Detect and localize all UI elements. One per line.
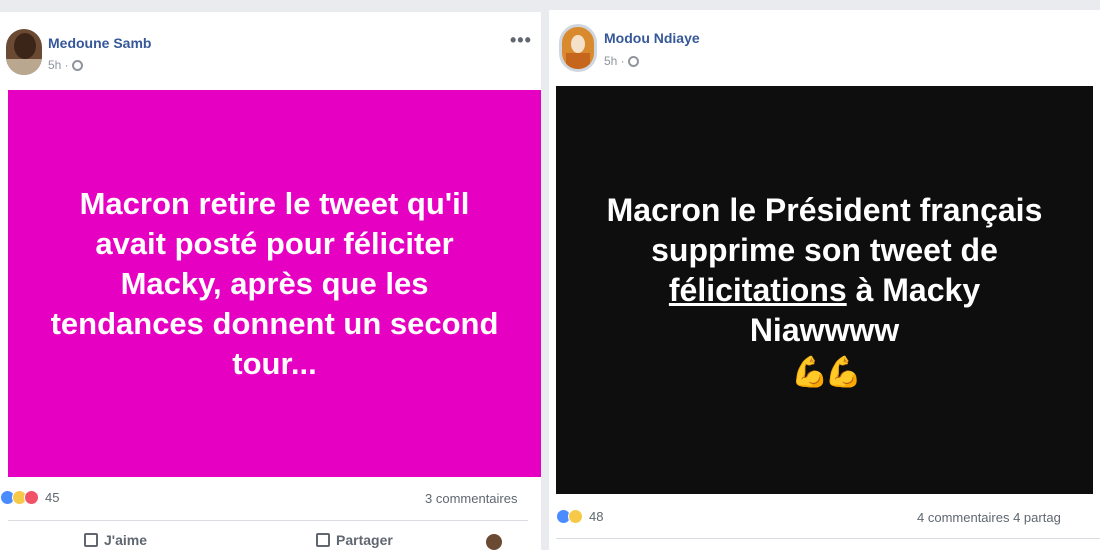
author-avatar[interactable]: [6, 29, 42, 75]
divider: [556, 538, 1100, 539]
banner-line: avait posté pour féliciter: [95, 225, 454, 261]
underlined-word: félicitations: [668, 272, 847, 308]
banner-line: Macron retire le tweet qu'il: [79, 185, 470, 221]
post-text-banner: Macron le Président français supprime so…: [556, 86, 1093, 494]
post-actions: J'aime Partager: [0, 532, 541, 550]
divider: [8, 520, 528, 521]
globe-icon: [627, 55, 639, 67]
post-meta: 5h ·: [604, 54, 639, 68]
reactions-summary[interactable]: 45: [0, 490, 59, 505]
banner-line: tendances donnent un second: [50, 305, 499, 341]
banner-line: Macron le Président français: [606, 192, 1043, 228]
viewer-avatar[interactable]: [486, 534, 502, 550]
post-medoune-samb: Medoune Samb 5h · ••• Macron retire le t…: [0, 0, 541, 550]
like-icon: [84, 533, 98, 547]
share-label: Partager: [336, 532, 393, 548]
avatar-face: [571, 35, 585, 53]
feed-top-bar: [0, 0, 541, 12]
share-icon: [316, 533, 330, 547]
post-text-banner: Macron retire le tweet qu'il avait posté…: [8, 90, 541, 477]
post-time[interactable]: 5h ·: [48, 58, 69, 72]
post-time[interactable]: 5h ·: [604, 54, 625, 68]
banner-line: félicitations à Macky: [669, 270, 980, 310]
comments-count[interactable]: 3 commentaires: [425, 491, 517, 506]
banner-line: Macky, après que les: [120, 265, 429, 301]
reactions-summary[interactable]: 48: [556, 509, 603, 524]
comments-shares-count[interactable]: 4 commentaires 4 partag: [917, 510, 1061, 525]
author-avatar[interactable]: [559, 24, 597, 72]
post-modou-ndiaye: Modou Ndiaye 5h · Macron le Président fr…: [549, 0, 1100, 550]
feed-top-bar: [549, 0, 1100, 10]
author-name[interactable]: Modou Ndiaye: [604, 30, 700, 46]
more-icon[interactable]: •••: [510, 30, 532, 51]
post-meta: 5h ·: [48, 58, 83, 72]
banner-line: supprime son tweet de: [651, 232, 998, 268]
reaction-count: 48: [589, 509, 604, 524]
feed-gutter: [541, 0, 549, 550]
flexed-biceps-icon: 💪💪: [791, 356, 862, 389]
avatar-face: [14, 33, 36, 59]
avatar-shirt: [566, 53, 590, 69]
banner-line: tour...: [232, 345, 317, 381]
like-button[interactable]: J'aime: [84, 532, 147, 548]
reaction-count: 45: [45, 490, 60, 505]
love-reaction-icon: [24, 490, 39, 505]
share-button[interactable]: Partager: [316, 532, 393, 548]
globe-icon: [71, 59, 83, 71]
avatar-shirt: [6, 59, 42, 75]
like-label: J'aime: [104, 532, 148, 548]
haha-reaction-icon: [568, 509, 583, 524]
banner-line-rest: à Macky: [846, 272, 981, 308]
banner-line: Niawwww: [749, 312, 900, 348]
author-name[interactable]: Medoune Samb: [48, 35, 151, 51]
